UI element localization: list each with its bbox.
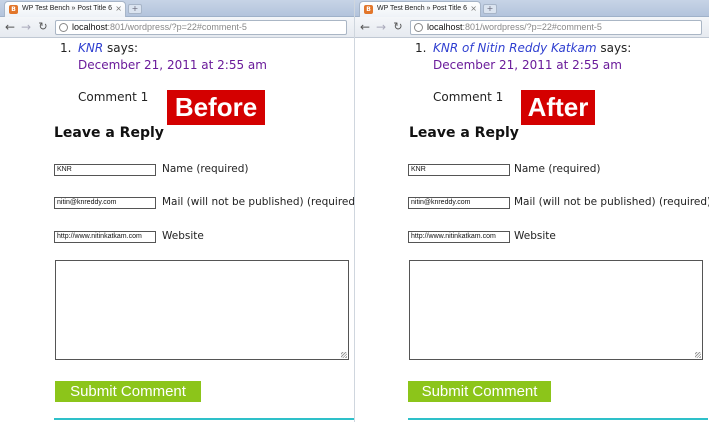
website-input[interactable]: http://www.nitinkatkam.com	[408, 231, 510, 243]
browser-tab[interactable]: B WP Test Bench » Post Title 6 ×	[359, 1, 481, 17]
comment-author-link[interactable]: KNR	[78, 41, 103, 55]
website-label: Website	[162, 230, 204, 242]
browser-toolbar: ← → ↻ localhost:801/wordpress/?p=22#comm…	[0, 17, 354, 38]
email-label: Mail (will not be published) (required)	[514, 196, 709, 208]
close-icon[interactable]: ×	[115, 4, 122, 14]
name-label: Name (required)	[162, 163, 249, 175]
says-text: says:	[107, 41, 139, 55]
leave-reply-heading: Leave a Reply	[54, 125, 164, 141]
says-text: says:	[600, 41, 632, 55]
reload-icon[interactable]: ↻	[391, 20, 405, 34]
after-panel: B WP Test Bench » Post Title 6 × + ← → ↻…	[355, 0, 709, 422]
footer-rule	[408, 418, 708, 420]
forward-arrow-icon[interactable]: →	[19, 20, 33, 34]
submit-comment-button[interactable]: Submit Comment	[408, 381, 551, 402]
comment-date-link[interactable]: December 21, 2011 at 2:55 am	[433, 58, 622, 72]
blogger-favicon-icon: B	[9, 5, 18, 14]
comment-number: 1.	[60, 41, 72, 55]
website-input[interactable]: http://www.nitinkatkam.com	[54, 231, 156, 243]
comment-textarea[interactable]	[409, 260, 703, 360]
comment-number: 1.	[415, 41, 427, 55]
email-label: Mail (will not be published) (required)	[162, 196, 354, 208]
reload-icon[interactable]: ↻	[36, 20, 50, 34]
page-icon	[414, 23, 423, 32]
name-label: Name (required)	[514, 163, 601, 175]
tab-strip: B WP Test Bench » Post Title 6 × +	[0, 0, 354, 17]
back-arrow-icon[interactable]: ←	[358, 20, 372, 34]
comment-author-line: KNR says:	[78, 41, 138, 55]
comment-author-link[interactable]: KNR of Nitin Reddy Katkam	[433, 41, 597, 55]
after-badge: After	[521, 90, 595, 125]
resize-grip-icon[interactable]	[695, 352, 701, 358]
forward-arrow-icon[interactable]: →	[374, 20, 388, 34]
comment-text: Comment 1	[78, 90, 149, 104]
comment-date-link[interactable]: December 21, 2011 at 2:55 am	[78, 58, 267, 72]
browser-tab[interactable]: B WP Test Bench » Post Title 6 ×	[4, 1, 126, 17]
page-icon	[59, 23, 68, 32]
website-label: Website	[514, 230, 556, 242]
name-input[interactable]: KNR	[408, 164, 510, 176]
resize-grip-icon[interactable]	[341, 352, 347, 358]
footer-rule	[54, 418, 354, 420]
url-text: localhost:801/wordpress/?p=22#comment-5	[72, 22, 247, 32]
tab-title: WP Test Bench » Post Title 6	[377, 5, 468, 12]
tab-title: WP Test Bench » Post Title 6	[22, 5, 113, 12]
address-bar[interactable]: localhost:801/wordpress/?p=22#comment-5	[55, 20, 347, 35]
browser-toolbar: ← → ↻ localhost:801/wordpress/?p=22#comm…	[355, 17, 709, 38]
submit-comment-button[interactable]: Submit Comment	[55, 381, 201, 402]
blogger-favicon-icon: B	[364, 5, 373, 14]
comment-textarea[interactable]	[55, 260, 349, 360]
email-input[interactable]: nitin@knreddy.com	[408, 197, 510, 209]
leave-reply-heading: Leave a Reply	[409, 125, 519, 141]
comment-text: Comment 1	[433, 90, 504, 104]
url-text: localhost:801/wordpress/?p=22#comment-5	[427, 22, 602, 32]
close-icon[interactable]: ×	[470, 4, 477, 14]
email-input[interactable]: nitin@knreddy.com	[54, 197, 156, 209]
new-tab-icon[interactable]: +	[128, 4, 142, 14]
page-content: 1. KNR of Nitin Reddy Katkam says: Decem…	[355, 39, 709, 422]
tab-strip: B WP Test Bench » Post Title 6 × +	[355, 0, 709, 17]
back-arrow-icon[interactable]: ←	[3, 20, 17, 34]
address-bar[interactable]: localhost:801/wordpress/?p=22#comment-5	[410, 20, 702, 35]
before-badge: Before	[167, 90, 265, 125]
comment-author-line: KNR of Nitin Reddy Katkam says:	[433, 41, 631, 55]
new-tab-icon[interactable]: +	[483, 4, 497, 14]
page-content: 1. KNR says: December 21, 2011 at 2:55 a…	[0, 39, 354, 422]
name-input[interactable]: KNR	[54, 164, 156, 176]
before-panel: B WP Test Bench » Post Title 6 × + ← → ↻…	[0, 0, 354, 422]
